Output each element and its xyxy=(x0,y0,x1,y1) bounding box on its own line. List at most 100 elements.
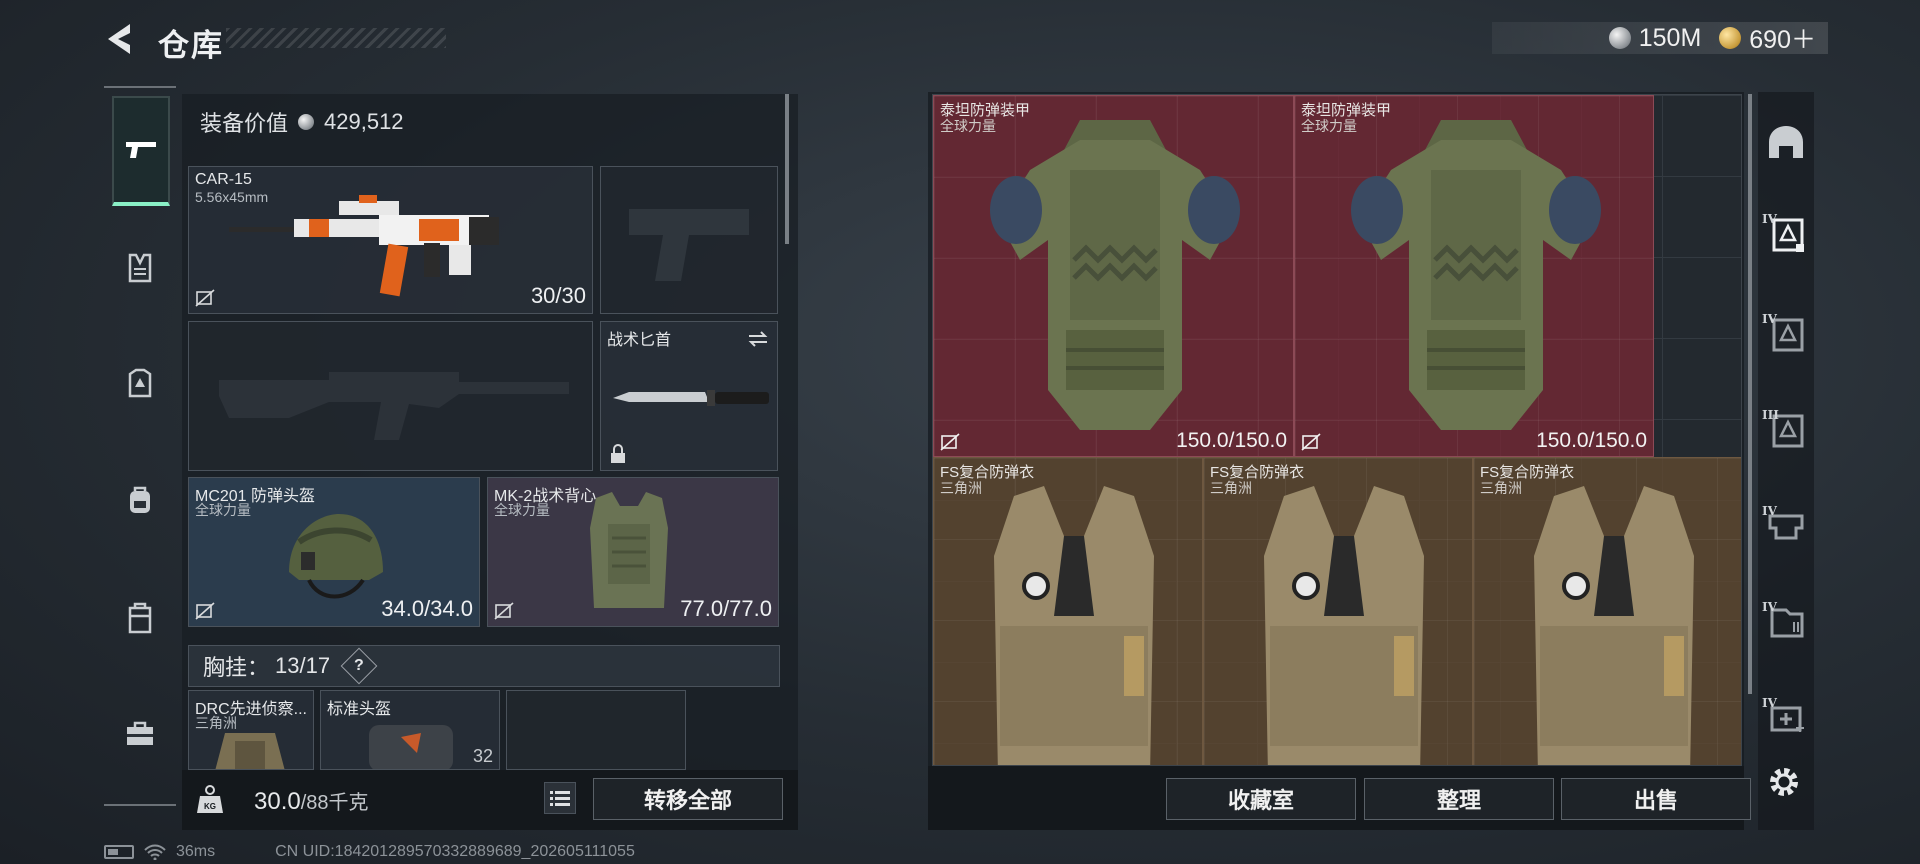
vest-origin: 全球力量 xyxy=(494,502,550,518)
vest-slot[interactable]: MK-2战术背心 全球力量 77.0/77.0 xyxy=(487,477,779,627)
vest-durability: 77.0/77.0 xyxy=(680,596,772,621)
rig-item[interactable]: 标准头盔 32 xyxy=(320,690,500,770)
ping-readout: 36ms xyxy=(176,843,216,860)
filter-helmet[interactable] xyxy=(1762,118,1810,166)
storage-item-fs-armor[interactable]: FS复合防弹衣 三角洲 xyxy=(933,457,1203,765)
no-drop-icon xyxy=(195,289,215,307)
battery-icon xyxy=(104,845,134,859)
fs-armor-image xyxy=(1534,486,1694,765)
rig-empty-slot[interactable] xyxy=(506,690,686,770)
primary-weapon-slot[interactable]: CAR-15 5.56x45mm 30/30 xyxy=(188,166,593,314)
no-drop-icon xyxy=(494,602,514,620)
title-decoration xyxy=(226,28,446,48)
nav-weapons[interactable] xyxy=(112,96,170,206)
titan-armor-image xyxy=(1351,120,1601,430)
collection-room-button[interactable]: 收藏室 xyxy=(1166,778,1356,820)
storage-scrollbar[interactable] xyxy=(1748,94,1752,694)
gold-amount: 690＋ xyxy=(1749,26,1816,54)
filter-container-iv[interactable]: IV xyxy=(1762,598,1810,646)
helmet-slot[interactable]: MC201 防弹头盔 全球力量 34.0/34.0 xyxy=(188,477,480,627)
back-button[interactable] xyxy=(100,18,140,60)
lock-icon xyxy=(611,444,625,463)
nav-divider xyxy=(104,86,176,88)
secondary-weapon-slot[interactable] xyxy=(188,321,593,471)
sort-button[interactable]: 整理 xyxy=(1364,778,1554,820)
item-durability: 150.0/150.0 xyxy=(1536,429,1647,452)
tier-label: IV xyxy=(1762,696,1777,710)
weapon-ammo: 30/30 xyxy=(530,283,586,308)
filter-armor-iii[interactable]: III xyxy=(1762,406,1810,454)
fs-armor-image xyxy=(994,486,1154,765)
gold-coin-icon xyxy=(1719,27,1742,49)
filter-medkit-iv[interactable]: IV xyxy=(1762,694,1810,742)
rifle-silhouette-icon xyxy=(219,372,569,440)
page-title: 仓库 xyxy=(158,28,224,63)
helmet-filter-icon xyxy=(1769,126,1803,158)
equipment-value: 装备价值 429,512 xyxy=(200,106,404,138)
mk2-vest-image xyxy=(590,492,668,608)
svg-text:KG: KG xyxy=(204,802,216,811)
no-drop-icon xyxy=(1301,433,1321,451)
drc-rig-image xyxy=(215,733,285,769)
swap-icon[interactable] xyxy=(747,330,769,348)
nav-case[interactable] xyxy=(112,590,168,646)
tier-label: IV xyxy=(1762,504,1777,518)
pistol-silhouette-icon xyxy=(629,209,749,281)
helmet-durability: 34.0/34.0 xyxy=(381,596,473,621)
tier-label: IV xyxy=(1762,312,1777,326)
nav-vest[interactable] xyxy=(112,240,168,296)
storage-item-titan-armor[interactable]: 泰坦防弹装甲 全球力量 150.0/150.0 xyxy=(933,95,1294,457)
storage-item-titan-armor[interactable]: 泰坦防弹装甲 全球力量 150.0/150.0 xyxy=(1294,95,1654,457)
silver-coin-icon xyxy=(1608,27,1631,49)
gold-currency[interactable]: 690＋ xyxy=(1719,20,1816,56)
melee-slot[interactable]: 战术匕首 xyxy=(600,321,778,471)
equipment-value-label: 装备价值 xyxy=(200,111,289,136)
tactical-knife-image xyxy=(613,390,769,406)
chest-rig-capacity: 13/17 xyxy=(275,653,331,678)
weight-icon: KG xyxy=(197,785,223,813)
chest-rig-label: 胸挂： xyxy=(203,655,270,680)
nav-divider xyxy=(104,804,176,806)
tier-label: III xyxy=(1762,408,1779,422)
sell-button[interactable]: 出售 xyxy=(1561,778,1751,820)
filter-armor-iv[interactable]: IV xyxy=(1762,210,1810,258)
rig-item[interactable]: DRC先进侦察... 三角洲 xyxy=(188,690,314,770)
user-uid: CN UID:184201289570332889689_20260511105… xyxy=(275,843,635,860)
case-icon xyxy=(128,602,152,634)
tier-label: IV xyxy=(1762,212,1777,226)
currency-bar: 150M 690＋ xyxy=(1492,22,1828,54)
titan-armor-image xyxy=(990,120,1240,430)
rig-item-count: 32 xyxy=(472,746,493,766)
rig-item-name: 标准头盔 xyxy=(327,701,392,718)
list-view-button[interactable] xyxy=(544,782,576,814)
storage-item-fs-armor[interactable]: FS复合防弹衣 三角洲 xyxy=(1203,457,1473,765)
silver-amount: 150M xyxy=(1638,23,1702,52)
no-drop-icon xyxy=(195,602,215,620)
silver-currency[interactable]: 150M xyxy=(1608,23,1702,53)
filter-armor-iv[interactable]: IV xyxy=(1762,310,1810,358)
filter-rig-iv[interactable]: IV xyxy=(1762,502,1810,550)
help-icon[interactable]: ? xyxy=(340,647,378,685)
weight-max: /88千克 xyxy=(300,792,369,814)
weight-current: 30.0 xyxy=(254,788,301,815)
toolbox-icon xyxy=(127,721,153,745)
backpack-icon xyxy=(130,486,150,513)
no-drop-icon xyxy=(940,433,960,451)
nav-backpack[interactable] xyxy=(112,472,168,528)
transfer-all-button[interactable]: 转移全部 xyxy=(593,778,783,820)
settings-button[interactable] xyxy=(1762,760,1806,804)
nav-toolbox[interactable] xyxy=(112,706,168,762)
mc201-helmet-image xyxy=(289,514,383,599)
sidearm-slot[interactable] xyxy=(600,166,778,314)
list-icon xyxy=(550,791,570,806)
car15-rifle-image xyxy=(229,195,499,297)
silver-coin-icon xyxy=(298,114,315,130)
nav-armor[interactable] xyxy=(112,356,168,412)
pistol-icon xyxy=(126,142,156,158)
weight-readout: 30.0/88千克 xyxy=(254,786,369,816)
storage-item-fs-armor[interactable]: FS复合防弹衣 三角洲 xyxy=(1473,457,1741,765)
gear-icon xyxy=(1770,768,1798,796)
loadout-scrollbar[interactable] xyxy=(785,94,789,244)
storage-grid[interactable]: 泰坦防弹装甲 全球力量 150.0/150.0 泰坦防弹装甲 全球力量 150.… xyxy=(932,94,1742,766)
vest-icon xyxy=(128,253,152,283)
